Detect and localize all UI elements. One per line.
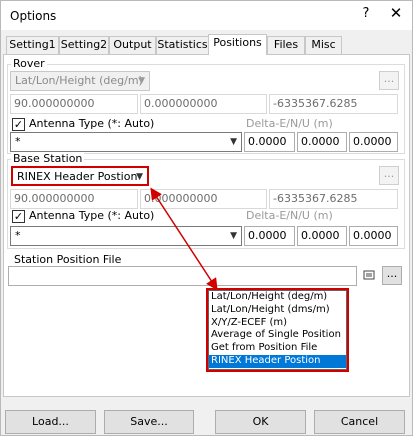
save-button[interactable]: Save... xyxy=(104,410,194,434)
dropdown-highlight-box xyxy=(206,288,349,372)
tab-positions[interactable]: Positions xyxy=(208,34,267,55)
cancel-button[interactable]: Cancel xyxy=(314,410,405,434)
load-button[interactable]: Load... xyxy=(5,410,96,434)
ok-button[interactable]: OK xyxy=(215,410,306,434)
